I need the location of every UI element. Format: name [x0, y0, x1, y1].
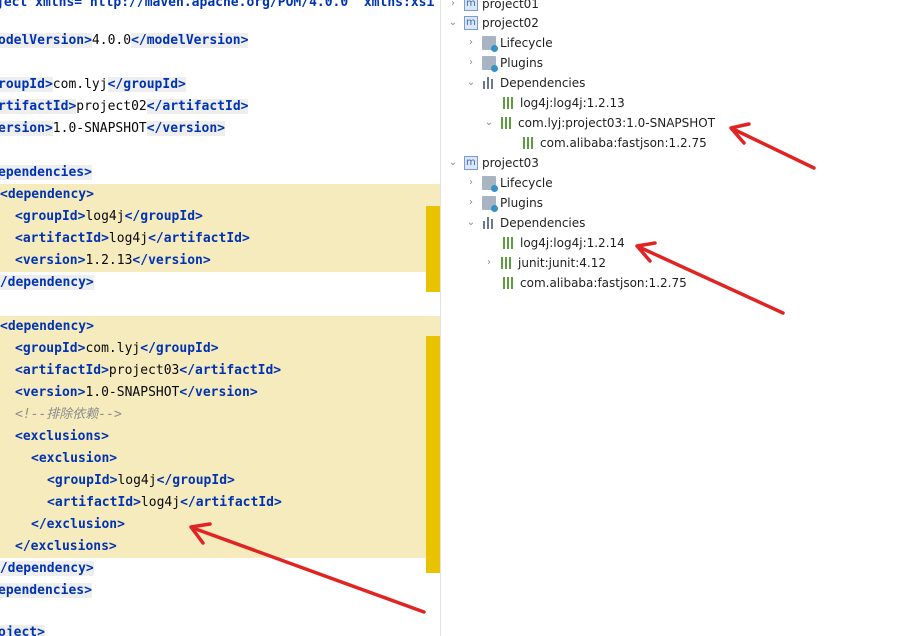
library-icon	[502, 277, 516, 289]
code-line-groupid-log4j[interactable]: <groupId>log4j</groupId>	[15, 206, 203, 228]
tree-node-lifecycle-2[interactable]: › Lifecycle	[465, 173, 553, 193]
code-line-exclusions-close[interactable]: </exclusions>	[15, 536, 117, 558]
code-line-exclusion-open[interactable]: <exclusion>	[31, 448, 117, 470]
maven-module-icon	[464, 13, 478, 33]
chevron-down-icon[interactable]: ⌄	[483, 117, 495, 129]
tree-node-plugins-2[interactable]: › Plugins	[465, 193, 543, 213]
code-line-project[interactable]: ject xmlns="http://maven.apache.org/POM/…	[0, 0, 434, 14]
plugins-folder-icon	[482, 56, 498, 72]
pom-xml-editor[interactable]: ject xmlns="http://maven.apache.org/POM/…	[0, 0, 440, 636]
code-line-exclusion-close[interactable]: </exclusion>	[31, 514, 125, 536]
code-line-exclusion-groupid[interactable]: <groupId>log4j</groupId>	[47, 470, 235, 492]
code-line-dependency-open-2[interactable]: <dependency>	[0, 316, 94, 338]
chevron-right-icon[interactable]: ›	[465, 57, 477, 69]
chevron-down-icon[interactable]: ⌄	[447, 157, 459, 169]
code-line-version[interactable]: ersion>1.0-SNAPSHOT</version>	[0, 118, 225, 140]
chevron-down-icon[interactable]: ⌄	[465, 217, 477, 229]
code-line-groupid[interactable]: roupId>com.lyj</groupId>	[0, 74, 186, 96]
maven-module-icon	[464, 153, 478, 173]
lifecycle-folder-icon	[482, 176, 498, 192]
chevron-right-icon[interactable]: ›	[465, 37, 477, 49]
tree-node-dependencies[interactable]: ⌄ Dependencies	[465, 73, 586, 93]
tree-node-fastjson[interactable]: com.alibaba:fastjson:1.2.75	[502, 273, 687, 293]
gutter-change-marker-1[interactable]	[426, 206, 440, 292]
code-line-project-close[interactable]: oject>	[0, 622, 45, 636]
code-line-artifactid[interactable]: rtifactId>project02</artifactId>	[0, 96, 249, 118]
tree-node-project01[interactable]: ›project01	[447, 0, 539, 14]
tree-node-dependencies-2[interactable]: ⌄ Dependencies	[465, 213, 586, 233]
code-line-dependencies-close[interactable]: ependencies>	[0, 580, 92, 602]
tree-node-junit[interactable]: › junit:junit:4.12	[483, 253, 606, 273]
code-line-dependency-close[interactable]: </dependency>	[0, 272, 94, 294]
chevron-down-icon[interactable]: ⌄	[465, 77, 477, 89]
code-line-comment[interactable]: <!--排除依赖-->	[15, 404, 122, 426]
code-line-groupid-lyj[interactable]: <groupId>com.lyj</groupId>	[15, 338, 219, 360]
dependencies-icon	[482, 77, 496, 89]
chevron-right-icon[interactable]: ›	[465, 177, 477, 189]
tree-node-project02[interactable]: ⌄project02	[447, 13, 539, 33]
library-icon	[522, 137, 536, 149]
tree-node-lifecycle[interactable]: › Lifecycle	[465, 33, 553, 53]
code-line-dependency-open[interactable]: <dependency>	[0, 184, 94, 206]
code-line-version-log4j[interactable]: <version>1.2.13</version>	[15, 250, 211, 272]
code-line-dependencies-open[interactable]: ependencies>	[0, 162, 92, 184]
tree-node-project03-dep[interactable]: ⌄ com.lyj:project03:1.0-SNAPSHOT	[483, 113, 715, 133]
chevron-right-icon[interactable]: ›	[483, 257, 495, 269]
maven-module-icon	[464, 0, 478, 14]
code-line-dependency-close-2[interactable]: </dependency>	[0, 558, 94, 580]
code-line-modelversion[interactable]: odelVersion>4.0.0</modelVersion>	[0, 30, 249, 52]
library-icon	[502, 237, 516, 249]
gutter-change-marker-2[interactable]	[426, 336, 440, 573]
tree-node-fastjson-transitive[interactable]: com.alibaba:fastjson:1.2.75	[522, 133, 707, 153]
tree-node-project03[interactable]: ⌄project03	[447, 153, 539, 173]
dependencies-icon	[482, 217, 496, 229]
plugins-folder-icon	[482, 196, 498, 212]
chevron-right-icon[interactable]: ›	[447, 0, 459, 10]
chevron-right-icon[interactable]: ›	[465, 197, 477, 209]
tree-node-log4j-1213[interactable]: log4j:log4j:1.2.13	[502, 93, 625, 113]
code-line-exclusion-artifactid[interactable]: <artifactId>log4j</artifactId>	[47, 492, 282, 514]
chevron-down-icon[interactable]: ⌄	[447, 17, 459, 29]
maven-tool-window-tree[interactable]: ›project01 ⌄project02 ›Lifecycle ›Plugin…	[440, 0, 899, 636]
tree-node-plugins[interactable]: › Plugins	[465, 53, 543, 73]
lifecycle-folder-icon	[482, 36, 498, 52]
code-line-exclusions-open[interactable]: <exclusions>	[15, 426, 109, 448]
library-icon	[502, 97, 516, 109]
tree-node-log4j-1214[interactable]: log4j:log4j:1.2.14	[502, 233, 625, 253]
code-line-artifactid-log4j[interactable]: <artifactId>log4j</artifactId>	[15, 228, 250, 250]
code-line-artifactid-project03[interactable]: <artifactId>project03</artifactId>	[15, 360, 281, 382]
library-icon	[500, 117, 514, 129]
library-icon	[500, 257, 514, 269]
code-line-version-snapshot[interactable]: <version>1.0-SNAPSHOT</version>	[15, 382, 258, 404]
